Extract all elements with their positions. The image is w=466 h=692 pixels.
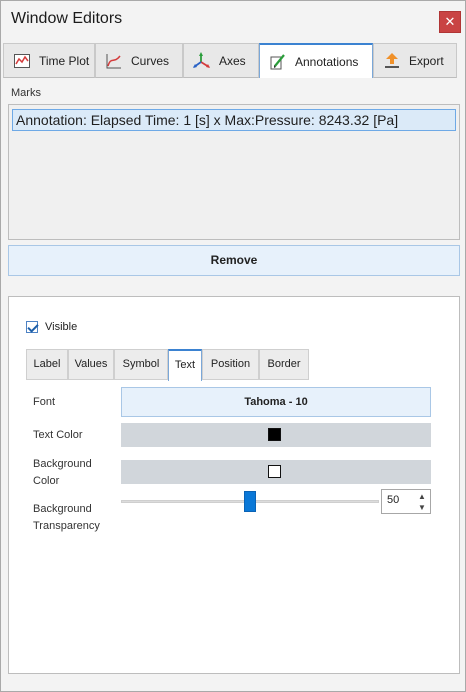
background-color-swatch <box>268 465 281 478</box>
tab-values[interactable]: Values <box>68 349 114 380</box>
transparency-label: Background Transparency <box>33 501 100 535</box>
tab-time-plot[interactable]: Time Plot <box>3 43 95 78</box>
font-button[interactable]: Tahoma - 10 <box>121 387 431 417</box>
tab-axes[interactable]: Axes <box>183 43 259 78</box>
annotations-icon <box>269 53 287 71</box>
tab-symbol[interactable]: Symbol <box>114 349 168 380</box>
tab-annotations-label: Annotations <box>295 55 359 69</box>
list-item[interactable]: Annotation: Elapsed Time: 1 [s] x Max:Pr… <box>12 109 456 131</box>
export-icon <box>383 52 401 70</box>
annotation-properties: Visible Label Values Symbol Text Positio… <box>8 296 460 674</box>
property-tabs: Label Values Symbol Text Position Border <box>26 349 436 381</box>
window-title: Window Editors <box>11 10 123 27</box>
remove-button[interactable]: Remove <box>8 245 460 276</box>
tab-export[interactable]: Export <box>373 43 457 78</box>
background-color-label-line1: Background <box>33 458 92 470</box>
tab-curves-label: Curves <box>131 53 170 68</box>
tab-annotations[interactable]: Annotations <box>259 43 373 79</box>
axes-icon <box>193 51 211 70</box>
transparency-label-line1: Background <box>33 503 92 515</box>
background-color-picker[interactable] <box>121 460 431 484</box>
chevron-down-icon[interactable]: ▼ <box>416 502 428 513</box>
text-color-swatch <box>268 428 281 441</box>
font-label: Font <box>33 396 56 408</box>
transparency-value[interactable]: 50 <box>387 494 399 506</box>
visible-label: Visible <box>45 321 78 333</box>
chevron-up-icon[interactable]: ▲ <box>416 491 428 502</box>
window-editors: Window Editors ✕ Time Plot Curves Axes A… <box>0 0 466 692</box>
marks-list[interactable]: Annotation: Elapsed Time: 1 [s] x Max:Pr… <box>8 104 460 240</box>
close-button[interactable]: ✕ <box>439 11 461 33</box>
close-icon: ✕ <box>444 14 456 29</box>
transparency-stepper[interactable]: 50 ▲ ▼ <box>381 489 431 514</box>
tab-border[interactable]: Border <box>259 349 309 380</box>
time-plot-icon <box>13 52 31 70</box>
background-color-label-line2: Color <box>33 475 60 487</box>
editor-tabs: Time Plot Curves Axes Annotations Export <box>3 43 463 79</box>
curves-icon <box>105 52 123 70</box>
text-color-picker[interactable] <box>121 423 431 447</box>
visible-checkbox[interactable] <box>26 321 38 333</box>
tab-position[interactable]: Position <box>202 349 259 380</box>
annotations-panel: Marks Annotation: Elapsed Time: 1 [s] x … <box>2 78 464 691</box>
text-color-label: Text Color <box>33 429 83 441</box>
tab-text[interactable]: Text <box>168 349 202 381</box>
tab-time-plot-label: Time Plot <box>39 53 90 68</box>
visible-checkbox-row[interactable]: Visible <box>26 321 77 333</box>
tab-label[interactable]: Label <box>26 349 68 380</box>
tab-curves[interactable]: Curves <box>95 43 183 78</box>
transparency-label-line2: Transparency <box>33 520 100 532</box>
transparency-slider[interactable] <box>121 491 379 512</box>
slider-thumb[interactable] <box>244 491 256 512</box>
background-color-label: Background Color <box>33 456 92 490</box>
tab-export-label: Export <box>409 53 444 68</box>
tab-axes-label: Axes <box>219 53 246 68</box>
marks-label: Marks <box>11 87 41 99</box>
title-bar: Window Editors ✕ <box>1 1 465 41</box>
